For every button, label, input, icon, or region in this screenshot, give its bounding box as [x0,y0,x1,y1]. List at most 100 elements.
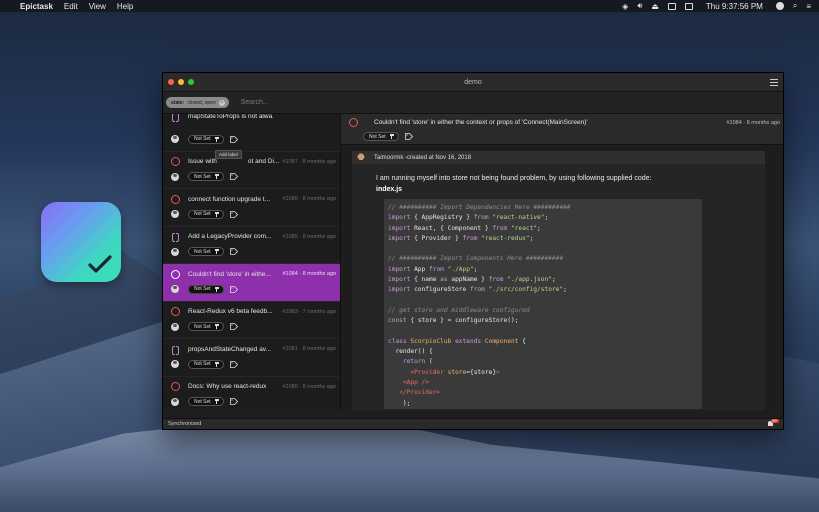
label-icon[interactable] [229,210,238,218]
battery-icon[interactable] [667,2,676,10]
issue-age: 8 months ago [302,383,336,390]
issue-row[interactable]: Couldn't find 'store' in eithe... #1084 ·… [163,264,340,302]
code-token: ; [529,234,534,242]
code-token: React, { Component } [410,224,493,232]
assignee-picker[interactable]: Not Set [188,397,224,406]
label-icon[interactable] [229,173,238,180]
open-issue-icon [171,307,180,316]
issue-row[interactable]: mapStateToProps is not alwa... Not Set [163,114,340,152]
avatar [171,397,179,406]
menu-icon[interactable] [770,79,778,88]
code-token: ; [537,224,541,232]
remove-filter-icon[interactable]: × [218,99,225,106]
issue-row[interactable]: propsAndStateChanged av... #1081 · 8 mont… [163,339,340,377]
assignee-picker[interactable]: Not Set [188,134,224,144]
notification-center-icon[interactable]: ≡ [806,2,811,11]
filter-chip[interactable]: state: closed, open × [166,97,229,108]
code-token: { [518,337,526,345]
code-line: const { store } = configureStore(); [388,316,702,326]
code-token: </Provider> [388,389,441,397]
volume-icon[interactable]: 🔊︎ [637,1,642,11]
issue-age: 8 months ago [302,233,336,240]
notification-badge: 99+ [771,419,779,423]
assignee-picker[interactable]: Not Set [188,247,224,256]
code-token: return [388,358,426,366]
issue-row[interactable]: Issue with ot and Di... #1087 · 8 months a… [163,149,340,189]
code-token: import [388,234,411,242]
location-icon[interactable]: ◈ [622,2,628,11]
issue-title: React-Redux v6 beta feedb... [188,308,273,315]
assignee-picker[interactable]: Not Set [188,172,224,181]
comment-text: I am running myself into store not being… [376,175,652,182]
avatar [171,285,179,293]
issue-title: Issue with [188,158,217,165]
notifications-button[interactable]: 99+ [768,419,780,428]
label-icon[interactable] [404,133,413,140]
code-token: ={store} [466,368,497,376]
avatar [171,172,179,181]
code-token: class [388,337,407,345]
open-issue-icon [171,382,180,391]
title-bar[interactable]: demo [163,73,783,92]
assignee-label: Not Set [194,211,211,217]
user-icon[interactable] [775,2,784,10]
code-token: from [429,265,444,273]
label-icon[interactable] [229,248,238,255]
code-line: render() { [388,347,702,357]
tooltip: Add label [215,149,242,159]
assignee-picker[interactable]: Not Set [363,132,399,141]
assignee-picker[interactable]: Not Set [188,322,224,331]
code-token: { Provider } [410,234,463,242]
menu-edit[interactable]: Edit [64,2,78,11]
code-token: ; [544,214,549,222]
issue-row[interactable]: Add a LegacyProvider com... #1085 · 8 mon… [163,227,340,264]
code-token: { store } = configureStore(); [406,317,519,325]
comment-file-name: index.js [376,186,403,193]
menu-bar: Epictask Edit View Help ◈ 🔊︎ ⏏ Thu 9:37:… [0,0,819,12]
eject-icon[interactable]: ⏏ [651,2,659,11]
assignee-picker[interactable]: Not Set [188,359,224,369]
avatar [171,210,179,218]
code-token: "./app.json" [503,276,552,284]
open-issue-icon [171,194,180,204]
filter-chip-key: state: [171,99,185,106]
issue-row[interactable]: React-Redux v6 beta feedb... #1083 · 7 mo… [163,302,340,339]
open-issue-icon [349,118,358,127]
menu-help[interactable]: Help [117,2,133,11]
menu-view[interactable]: View [89,2,106,11]
menubar-clock[interactable]: Thu 9:37:56 PM [706,2,763,11]
label-icon[interactable] [229,360,238,368]
label-icon[interactable] [229,285,238,293]
checkmark-icon [88,255,112,273]
issue-row[interactable]: connect function upgrade t... #1086 · 8 m… [163,189,340,227]
issue-meta: #1080 · 8 months ago [282,383,336,390]
issue-row[interactable]: Docs: Why use react-redux #1080 · 8 month… [163,377,340,411]
search-icon[interactable]: ⌕ [793,1,797,11]
issue-list: mapStateToProps is not alwa... Not Set Iss… [163,114,341,410]
milestone-icon [214,361,219,367]
issue-number: #1087 [282,158,298,165]
issue-title: mapStateToProps is not alwa... [188,114,273,120]
display-icon[interactable] [684,2,693,10]
code-token: appName } [447,276,489,284]
code-token: from [473,214,489,222]
assignee-picker[interactable]: Not Set [188,284,224,294]
detail-age: 8 months ago [746,119,780,126]
code-token: "react-redux" [477,234,530,242]
label-icon[interactable] [229,323,238,330]
menu-app-name[interactable]: Epictask [20,2,53,11]
epictask-app-icon[interactable] [41,202,121,282]
code-line: ); [388,399,702,409]
issue-number: #1081 [282,346,298,352]
milestone-icon [214,399,219,404]
milestone-icon [214,249,219,254]
label-icon[interactable] [229,135,238,143]
assignee-label: Not Set [194,173,211,180]
code-token: > [496,368,500,376]
label-icon[interactable] [229,398,238,405]
search-input[interactable] [240,99,441,106]
assignee-picker[interactable]: Not Set [188,209,224,219]
issue-title-tail: ot and Di... [247,158,280,165]
code-line: import configureStore from "./src/config… [388,285,702,295]
